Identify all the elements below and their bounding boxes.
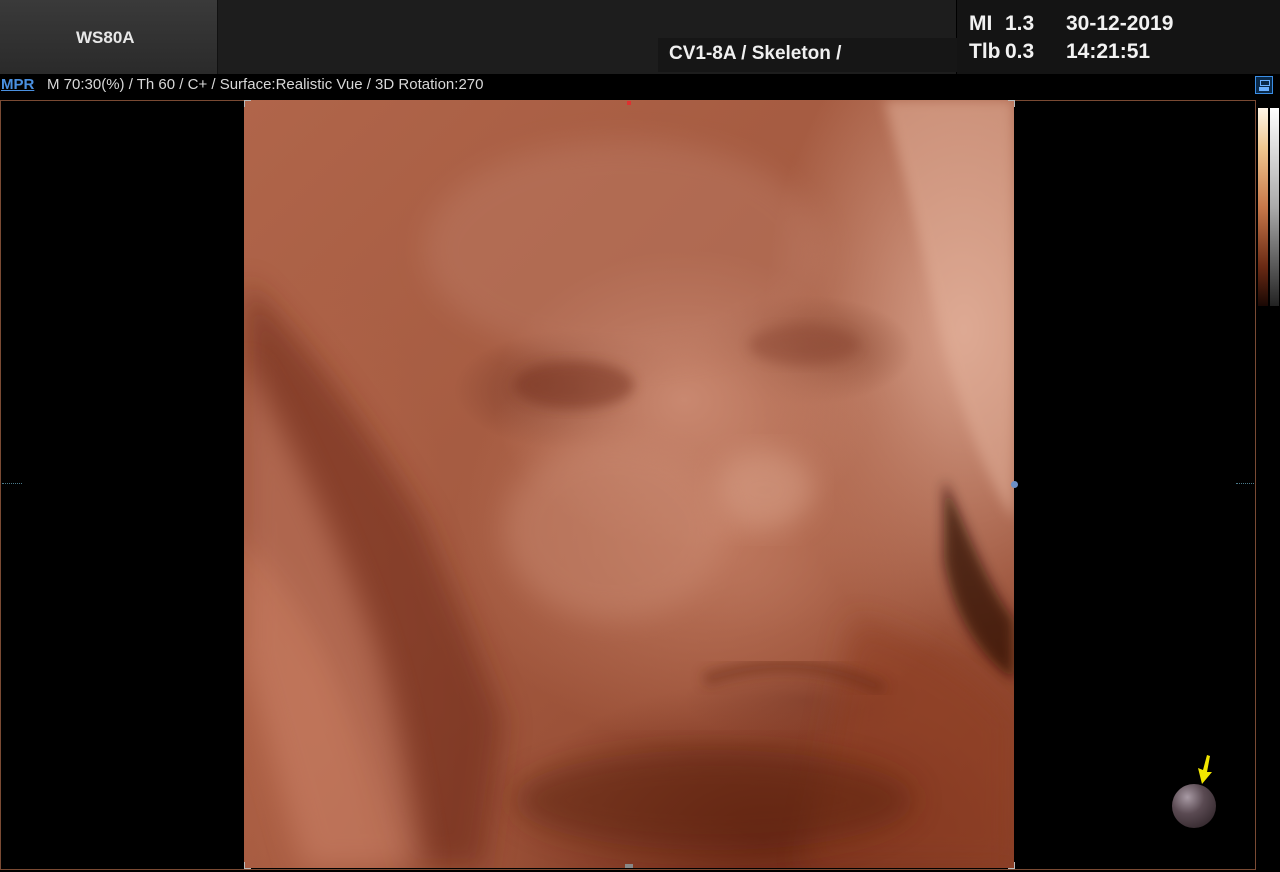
depth-tick-left [2, 483, 22, 485]
exam-time: 14:21:51 [1066, 40, 1151, 63]
orientation-marker-top [627, 101, 631, 105]
light-sphere-icon[interactable] [1172, 784, 1216, 828]
probe-preset: CV1-8A / Skeleton / [669, 43, 842, 64]
tib-label: Tlb [969, 40, 1001, 63]
light-arrow-icon [1198, 755, 1212, 784]
device-name: WS80A [76, 28, 135, 47]
mpr-mode-tab[interactable]: MPR [1, 76, 34, 93]
render-parameters: M 70:30(%) / Th 60 / C+ / Surface:Realis… [47, 76, 484, 93]
roi-corner-tl [244, 100, 251, 107]
mi-label: MI [969, 12, 993, 35]
save-icon[interactable] [1255, 76, 1273, 94]
tib-value: 0.3 [1005, 40, 1035, 63]
render-shading [244, 100, 1014, 868]
roi-corner-tr [1008, 100, 1015, 107]
roi-corner-bl [244, 862, 251, 869]
orientation-marker-right[interactable] [1011, 481, 1018, 488]
mi-value: 1.3 [1005, 12, 1035, 35]
exam-date: 30-12-2019 [1066, 12, 1174, 35]
colormap-bar [1258, 108, 1268, 306]
roi-corner-br [1008, 862, 1015, 869]
3d-render-view[interactable] [244, 100, 1014, 868]
orientation-marker-bottom [625, 864, 633, 868]
header-left-panel: WS80A [0, 0, 218, 74]
depth-tick-right [1236, 483, 1254, 485]
grayscale-bar [1270, 108, 1279, 306]
